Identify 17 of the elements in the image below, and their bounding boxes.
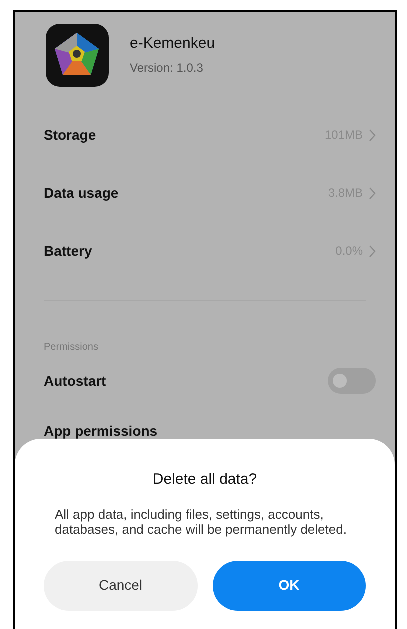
app-icon (46, 24, 109, 86)
row-label: Battery (44, 242, 92, 261)
app-name: e-Kemenkeu (130, 34, 216, 54)
ok-button[interactable]: OK (212, 560, 366, 610)
cancel-button[interactable]: Cancel (44, 560, 198, 610)
app-version: Version: 1.0.3 (130, 60, 204, 78)
dialog-title: Delete all data? (152, 470, 258, 490)
row-label: Autostart (44, 372, 106, 390)
row-label: Data usage (44, 184, 119, 203)
chevron-right-icon (369, 128, 376, 142)
row-label: Storage (44, 126, 96, 145)
chevron-right-icon (369, 186, 376, 200)
row-label: App permissions (44, 422, 158, 441)
section-header: Permissions (44, 342, 98, 353)
chevron-right-icon (369, 244, 376, 258)
dialog-message: All app data, including files, settings, accounts, databases, and cache will be permanently deleted. (54, 506, 348, 536)
toggle-switch[interactable] (328, 368, 376, 394)
